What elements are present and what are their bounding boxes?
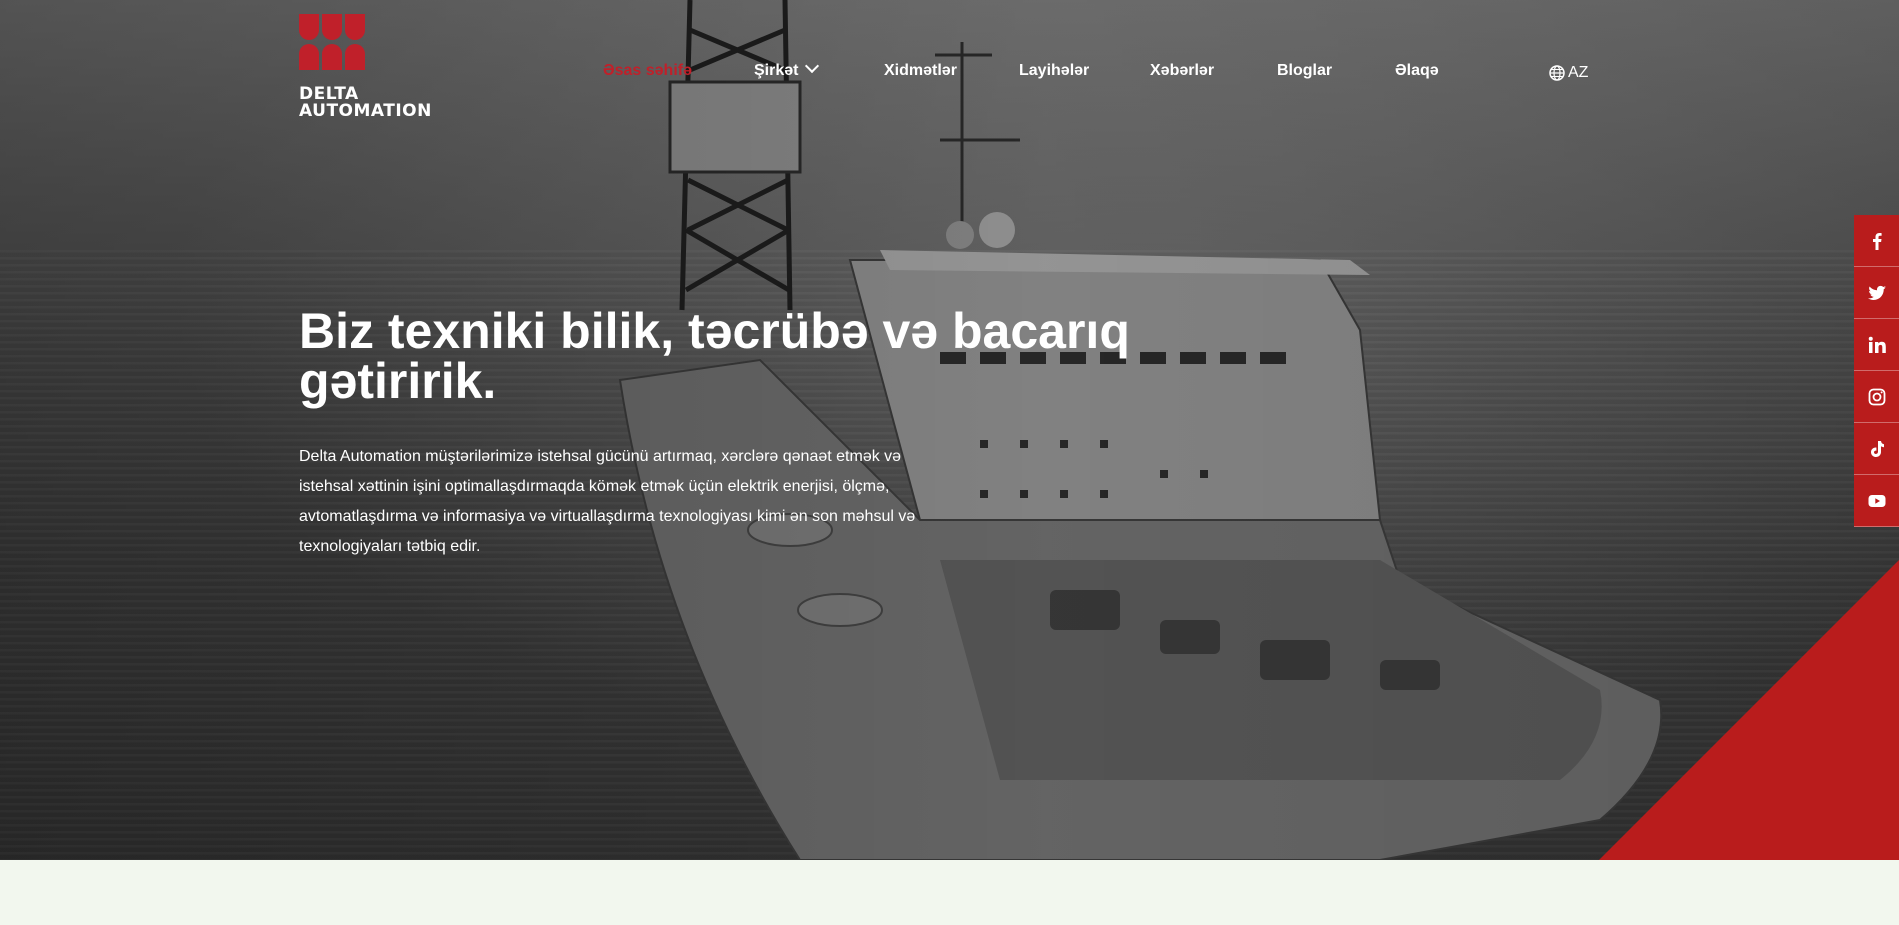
twitter-icon [1867,285,1886,300]
nav-item-projects[interactable]: Layihələr [1019,62,1089,80]
tiktok-icon [1870,440,1884,457]
language-selector[interactable]: AZ [1549,64,1588,82]
nav-item-home[interactable]: Əsas səhifə [603,62,692,80]
delta-automation-logo[interactable]: DELTA AUTOMATION [299,14,459,120]
linkedin-button[interactable] [1854,319,1899,371]
facebook-button[interactable] [1854,215,1899,267]
globe-icon [1549,65,1565,81]
instagram-icon [1868,388,1885,405]
logo-mark-bottom [299,44,459,70]
nav-item-company-label: Şirkət [754,62,799,79]
youtube-button[interactable] [1854,475,1899,527]
logo-mark-top [299,14,459,40]
nav-item-news[interactable]: Xəbərlər [1150,62,1214,80]
social-sidebar [1854,215,1899,527]
tiktok-button[interactable] [1854,423,1899,475]
hero-title: Biz texniki bilik, təcrübə və bacarıq gə… [299,303,1130,409]
nav-item-services[interactable]: Xidmətlər [884,62,957,80]
logo-text: DELTA AUTOMATION [299,86,459,120]
nav-item-company[interactable]: Şirkət [754,58,820,80]
nav-item-contact[interactable]: Əlaqə [1395,62,1439,80]
facebook-icon [1872,232,1882,250]
hero-description: Delta Automation müştərilərimizə istehsa… [299,448,916,555]
nav-item-blogs[interactable]: Bloglar [1277,62,1332,80]
hero-section: DELTA AUTOMATION Əsas səhifə Şirkət Xidm… [0,0,1899,860]
logo-text-line2: AUTOMATION [299,101,432,121]
twitter-button[interactable] [1854,267,1899,319]
youtube-icon [1868,494,1885,507]
linkedin-icon [1868,336,1886,353]
language-label: AZ [1568,64,1589,81]
hero-overlay [0,0,1899,860]
instagram-button[interactable] [1854,371,1899,423]
chevron-down-icon [805,58,820,74]
